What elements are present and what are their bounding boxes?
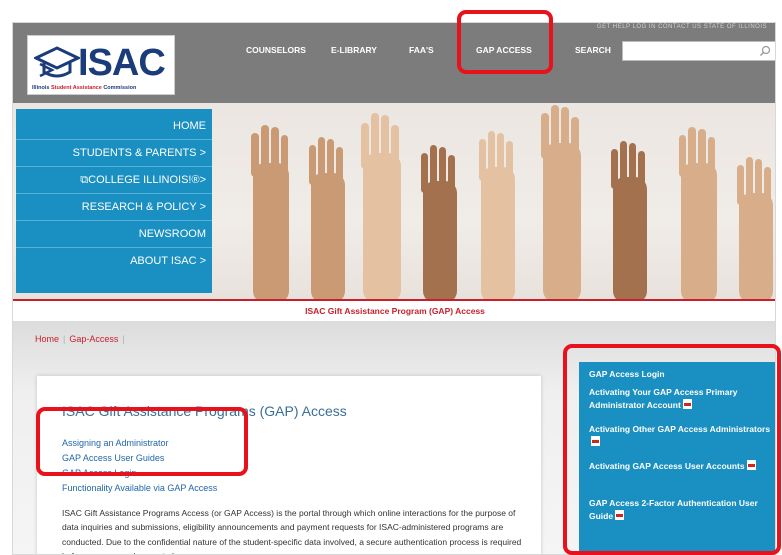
graduation-cap-icon (34, 46, 80, 78)
intro-paragraph: ISAC Gift Assistance Programs Access (or… (62, 508, 522, 554)
rp-activating-primary-admin[interactable]: Activating Your GAP Access Primary Admin… (589, 386, 775, 412)
rp-activating-user-accounts[interactable]: Activating GAP Access User Accounts (589, 460, 775, 473)
pdf-icon (682, 399, 692, 409)
logo-sub-red: Student Assistance (50, 85, 102, 91)
menu-newsroom[interactable]: NEWSROOM (139, 228, 206, 240)
pdf-icon (615, 510, 625, 520)
isac-logo[interactable]: ISAC Illinois Student Assistance Commiss… (27, 35, 175, 95)
logo-wordmark: ISAC (78, 42, 166, 84)
utility-links[interactable]: GET HELP LOG IN CONTACT US STATE OF ILLI… (597, 24, 767, 30)
rp-label: GAP Access Login (589, 369, 665, 379)
nav-counselors[interactable]: COUNSELORS (246, 45, 306, 55)
nav-faas[interactable]: FAA'S (409, 45, 434, 55)
menu-students-parents[interactable]: STUDENTS & PARENTS > (73, 147, 206, 159)
breadcrumb-separator: | (122, 334, 125, 344)
red-divider (13, 299, 775, 301)
menu-divider (16, 220, 212, 221)
link-user-guides[interactable]: GAP Access User Guides (62, 453, 164, 463)
menu-research-policy[interactable]: RESEARCH & POLICY > (82, 201, 206, 213)
pdf-icon (746, 460, 756, 470)
logo-sub-suffix: Commission (101, 85, 137, 91)
rp-2fa-user-guide[interactable]: GAP Access 2-Factor Authentication User … (589, 497, 775, 523)
rp-label: Activating Other GAP Access Administrato… (589, 424, 771, 434)
side-menu: HOME STUDENTS & PARENTS > ⧉COLLEGE ILLIN… (16, 109, 212, 293)
page-title: ISAC Gift Assistance Programs (GAP) Acce… (62, 403, 347, 419)
search-icon[interactable] (759, 45, 771, 57)
logo-sub-prefix: Illinois (32, 85, 51, 91)
nav-gap-access[interactable]: GAP ACCESS (476, 45, 532, 55)
menu-college-illinois[interactable]: ⧉COLLEGE ILLINOIS!®> (80, 174, 206, 187)
link-functionality[interactable]: Functionality Available via GAP Access (62, 483, 217, 493)
main-content: ISAC Gift Assistance Programs (GAP) Acce… (37, 376, 541, 554)
site-header: GET HELP LOG IN CONTACT US STATE OF ILLI… (13, 23, 775, 103)
menu-divider (16, 166, 212, 167)
pdf-icon (591, 436, 600, 446)
menu-divider (16, 139, 212, 140)
link-assigning-administrator[interactable]: Assigning an Administrator (62, 438, 169, 448)
search-input[interactable] (622, 41, 775, 61)
rp-label: Activating GAP Access User Accounts (589, 461, 745, 471)
rp-activating-other-admins[interactable]: Activating Other GAP Access Administrato… (589, 423, 775, 449)
breadcrumb-home[interactable]: Home (35, 334, 59, 344)
logo-subtitle: Illinois Student Assistance Commission (32, 85, 136, 91)
program-title: ISAC Gift Assistance Program (GAP) Acces… (305, 306, 485, 316)
rp-label: Activating Your GAP Access Primary Admin… (589, 387, 738, 410)
nav-e-library[interactable]: E-LIBRARY (331, 45, 377, 55)
quick-links-panel: GAP Access Login Activating Your GAP Acc… (579, 362, 775, 554)
rp-gap-access-login[interactable]: GAP Access Login (589, 368, 775, 381)
menu-divider (16, 247, 212, 248)
menu-about-isac[interactable]: ABOUT ISAC > (130, 255, 206, 267)
menu-divider (16, 193, 212, 194)
breadcrumb: Home | Gap-Access | (35, 334, 129, 344)
breadcrumb-separator: | (63, 334, 66, 344)
link-gap-access-login[interactable]: GAP Access Login (62, 468, 136, 478)
nav-search-label[interactable]: SEARCH (575, 45, 611, 55)
browser-page: GET HELP LOG IN CONTACT US STATE OF ILLI… (12, 22, 776, 555)
menu-home[interactable]: HOME (173, 120, 206, 132)
breadcrumb-current[interactable]: Gap-Access (69, 334, 118, 344)
